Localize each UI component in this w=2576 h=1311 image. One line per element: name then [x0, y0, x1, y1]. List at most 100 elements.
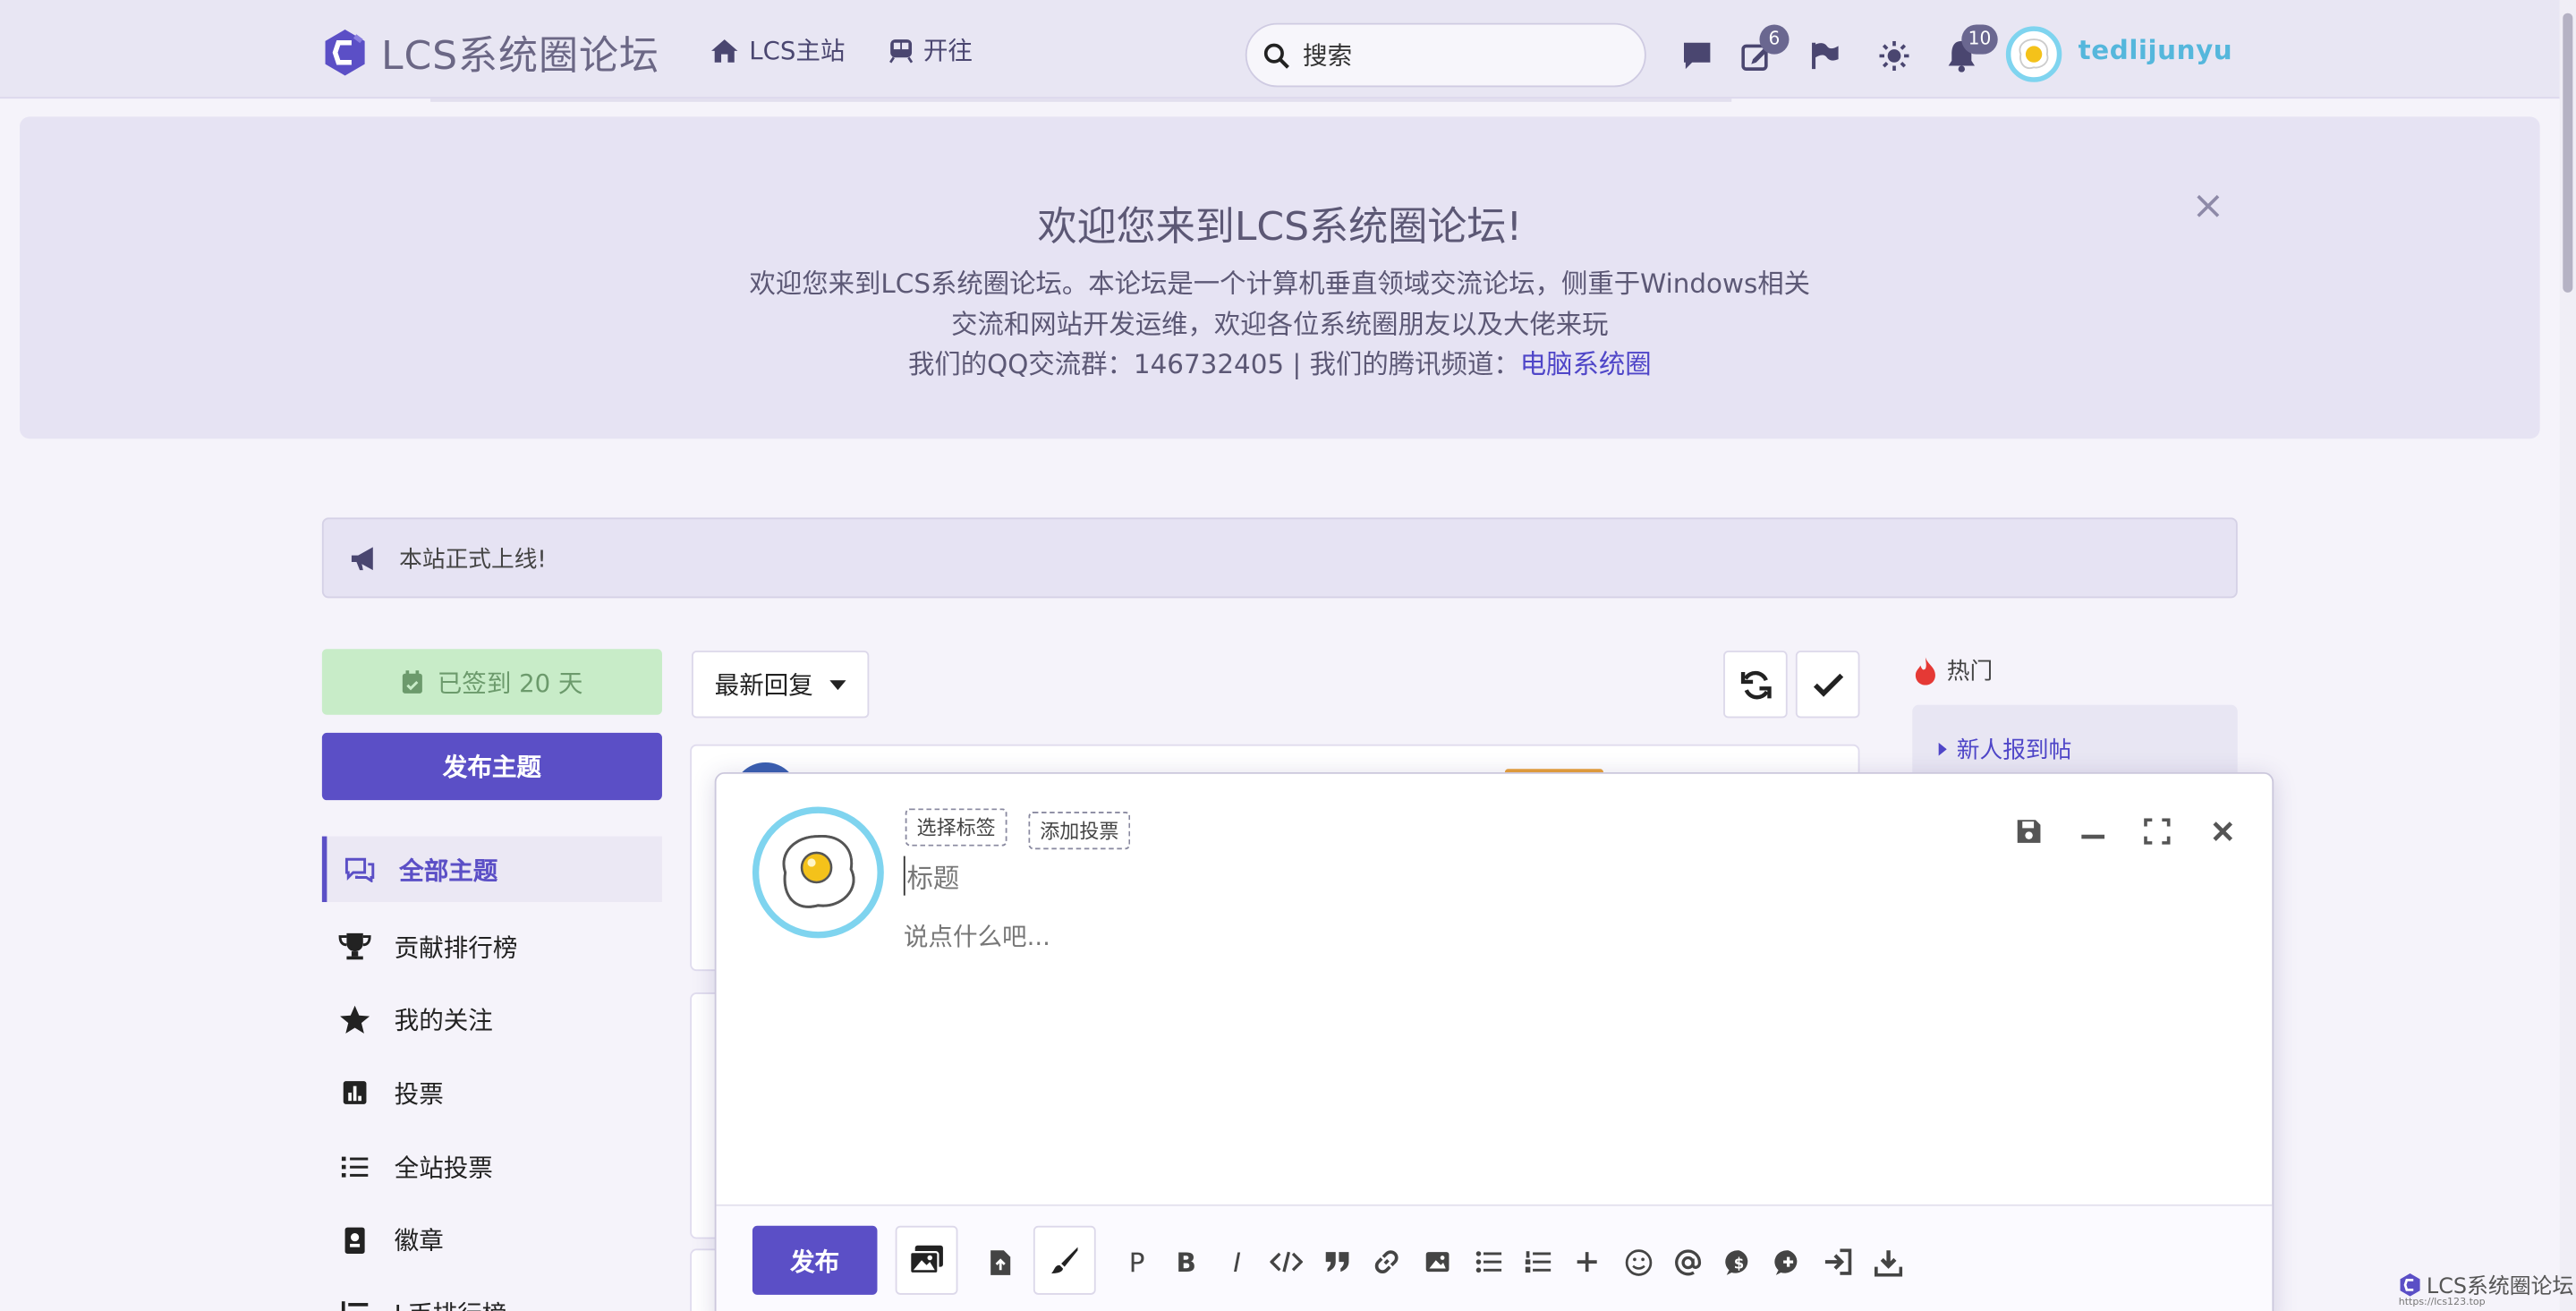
- caret-right-icon: [1938, 742, 1947, 756]
- bullet-list-button[interactable]: [1470, 1246, 1506, 1279]
- megaphone-icon: [351, 546, 373, 570]
- messages-button[interactable]: [1680, 39, 1713, 72]
- username[interactable]: tedlijunyu: [2079, 35, 2233, 66]
- paragraph-button[interactable]: P: [1118, 1246, 1154, 1279]
- welcome-line-2: 交流和网站开发运维，欢迎各位系统圈朋友以及大佬来玩: [951, 308, 1609, 340]
- save-icon: [2017, 820, 2041, 843]
- save-draft-button[interactable]: [2011, 813, 2046, 849]
- tencent-channel-link[interactable]: 电脑系统圈: [1520, 348, 1652, 379]
- bold-button[interactable]: B: [1168, 1246, 1203, 1279]
- bullet-list-icon: [1475, 1251, 1502, 1273]
- sidebar-item-following[interactable]: 我的关注: [322, 983, 662, 1057]
- sidebar-item-all-topics[interactable]: 全部主题: [321, 836, 662, 903]
- fried-egg-icon: [782, 835, 855, 908]
- title-input[interactable]: 标题: [903, 856, 1890, 896]
- new-topic-button[interactable]: 发布主题: [321, 732, 662, 801]
- link-icon: [1374, 1250, 1399, 1273]
- minimize-icon: [2081, 834, 2105, 839]
- nav-lcs-main[interactable]: LCS主站: [710, 33, 845, 68]
- reply-button[interactable]: [1769, 1246, 1805, 1279]
- sidebar-item-label: 徽章: [394, 1226, 444, 1256]
- caret-down-icon: [829, 679, 846, 690]
- sidebar-item-coin-ranking[interactable]: L币排行榜: [322, 1277, 662, 1311]
- composer-footer: 发布 P B I $: [716, 1204, 2273, 1311]
- user-avatar[interactable]: [2005, 26, 2062, 82]
- comment-plus-icon: [1773, 1249, 1797, 1274]
- fire-icon: [1915, 656, 1935, 685]
- add-poll-button[interactable]: 添加投票: [1028, 812, 1131, 850]
- sign-in-icon: [1824, 1248, 1852, 1275]
- welcome-banner: 欢迎您来到LCS系统圈论坛! 欢迎您来到LCS系统圈论坛。本论坛是一个计算机垂直…: [20, 116, 2540, 439]
- fullscreen-button[interactable]: [2139, 813, 2175, 849]
- sidebar-item-polls[interactable]: 投票: [322, 1057, 662, 1130]
- header-divider: [430, 98, 1732, 102]
- insert-button[interactable]: [1569, 1246, 1604, 1279]
- site-name: LCS系统圈论坛: [380, 32, 659, 80]
- sidebar-item-badges[interactable]: 徽章: [322, 1204, 662, 1277]
- hot-item-newbie[interactable]: 新人报到帖: [1938, 733, 2071, 766]
- minimize-button[interactable]: [2075, 813, 2111, 849]
- expand-icon: [2144, 818, 2171, 845]
- hide-content-button[interactable]: [1820, 1246, 1856, 1279]
- calendar-check-icon: [403, 669, 423, 693]
- select-tag-button[interactable]: 选择标签: [905, 808, 1007, 847]
- close-composer-button[interactable]: [2205, 813, 2240, 849]
- sidebar-item-label: 贡献排行榜: [394, 932, 518, 963]
- code-button[interactable]: [1268, 1246, 1304, 1279]
- nav-kaiwang-label: 开往: [922, 36, 973, 66]
- download-button[interactable]: [1869, 1246, 1905, 1279]
- sidebar-item-label: L币排行榜: [395, 1297, 507, 1311]
- site-logo[interactable]: LCS系统圈论坛: [322, 23, 659, 81]
- sidebar-item-leaderboard[interactable]: 贡献排行榜: [322, 910, 662, 983]
- notifications-button[interactable]: 10: [1945, 24, 1998, 72]
- welcome-line-1: 欢迎您来到LCS系统圈论坛。本论坛是一个计算机垂直领域交流论坛，侧重于Windo…: [749, 268, 1811, 300]
- trophy-icon: [338, 932, 371, 960]
- link-button[interactable]: [1368, 1246, 1404, 1279]
- italic-button[interactable]: I: [1219, 1246, 1254, 1279]
- star-icon: [340, 1005, 370, 1034]
- nav-kaiwang[interactable]: 开往: [888, 33, 973, 68]
- drafts-button[interactable]: 6: [1741, 24, 1790, 72]
- scrollbar-thumb[interactable]: [2563, 13, 2573, 293]
- sort-dropdown[interactable]: 最新回复: [691, 651, 870, 719]
- checkin-label: 已签到 20 天: [437, 668, 583, 698]
- nav-lcs-main-label: LCS主站: [749, 36, 846, 66]
- comments-icon: [344, 857, 375, 882]
- brush-icon: [1051, 1247, 1078, 1273]
- file-upload-button[interactable]: [982, 1246, 1018, 1279]
- theme-toggle[interactable]: [1878, 39, 1911, 72]
- checkin-button[interactable]: 已签到 20 天: [321, 649, 662, 715]
- emoji-button[interactable]: [1620, 1246, 1655, 1279]
- sort-label: 最新回复: [714, 670, 813, 701]
- mark-all-read-button[interactable]: [1795, 651, 1860, 719]
- publish-button[interactable]: 发布: [752, 1225, 878, 1295]
- svg-text:$: $: [1733, 1255, 1743, 1272]
- mention-button[interactable]: [1669, 1246, 1705, 1279]
- sidebar-item-all-polls[interactable]: 全站投票: [322, 1130, 662, 1204]
- close-icon[interactable]: ×: [2191, 183, 2224, 228]
- search-placeholder: 搜索: [1303, 40, 1353, 71]
- list-icon: [341, 1156, 369, 1178]
- file-upload-icon: [990, 1249, 1011, 1274]
- flags-button[interactable]: [1809, 39, 1842, 72]
- refresh-button[interactable]: [1723, 651, 1788, 719]
- image-button[interactable]: [1419, 1246, 1455, 1279]
- welcome-title: 欢迎您来到LCS系统圈论坛!: [1037, 203, 1523, 251]
- numbered-list-icon: [1525, 1251, 1552, 1273]
- drafts-badge: 6: [1759, 24, 1790, 55]
- welcome-line-3-prefix: 我们的QQ交流群：146732405 | 我们的腾讯频道：: [907, 348, 1520, 380]
- money-button[interactable]: $: [1720, 1246, 1756, 1279]
- flag-icon: [1812, 42, 1839, 70]
- search-input[interactable]: 搜索: [1245, 22, 1646, 88]
- numbered-list-button[interactable]: [1519, 1246, 1555, 1279]
- image-upload-button[interactable]: [895, 1225, 958, 1295]
- markdown-editor-button[interactable]: [1033, 1225, 1096, 1295]
- code-icon: [1270, 1251, 1304, 1273]
- hot-heading: 热门: [1914, 654, 1993, 687]
- refresh-icon: [1739, 669, 1771, 699]
- quote-button[interactable]: [1319, 1246, 1355, 1279]
- hot-title: 热门: [1946, 659, 1994, 685]
- sun-icon: [1879, 40, 1909, 71]
- body-textarea[interactable]: 说点什么吧...: [904, 918, 1050, 953]
- sidebar-item-label: 全站投票: [394, 1153, 493, 1183]
